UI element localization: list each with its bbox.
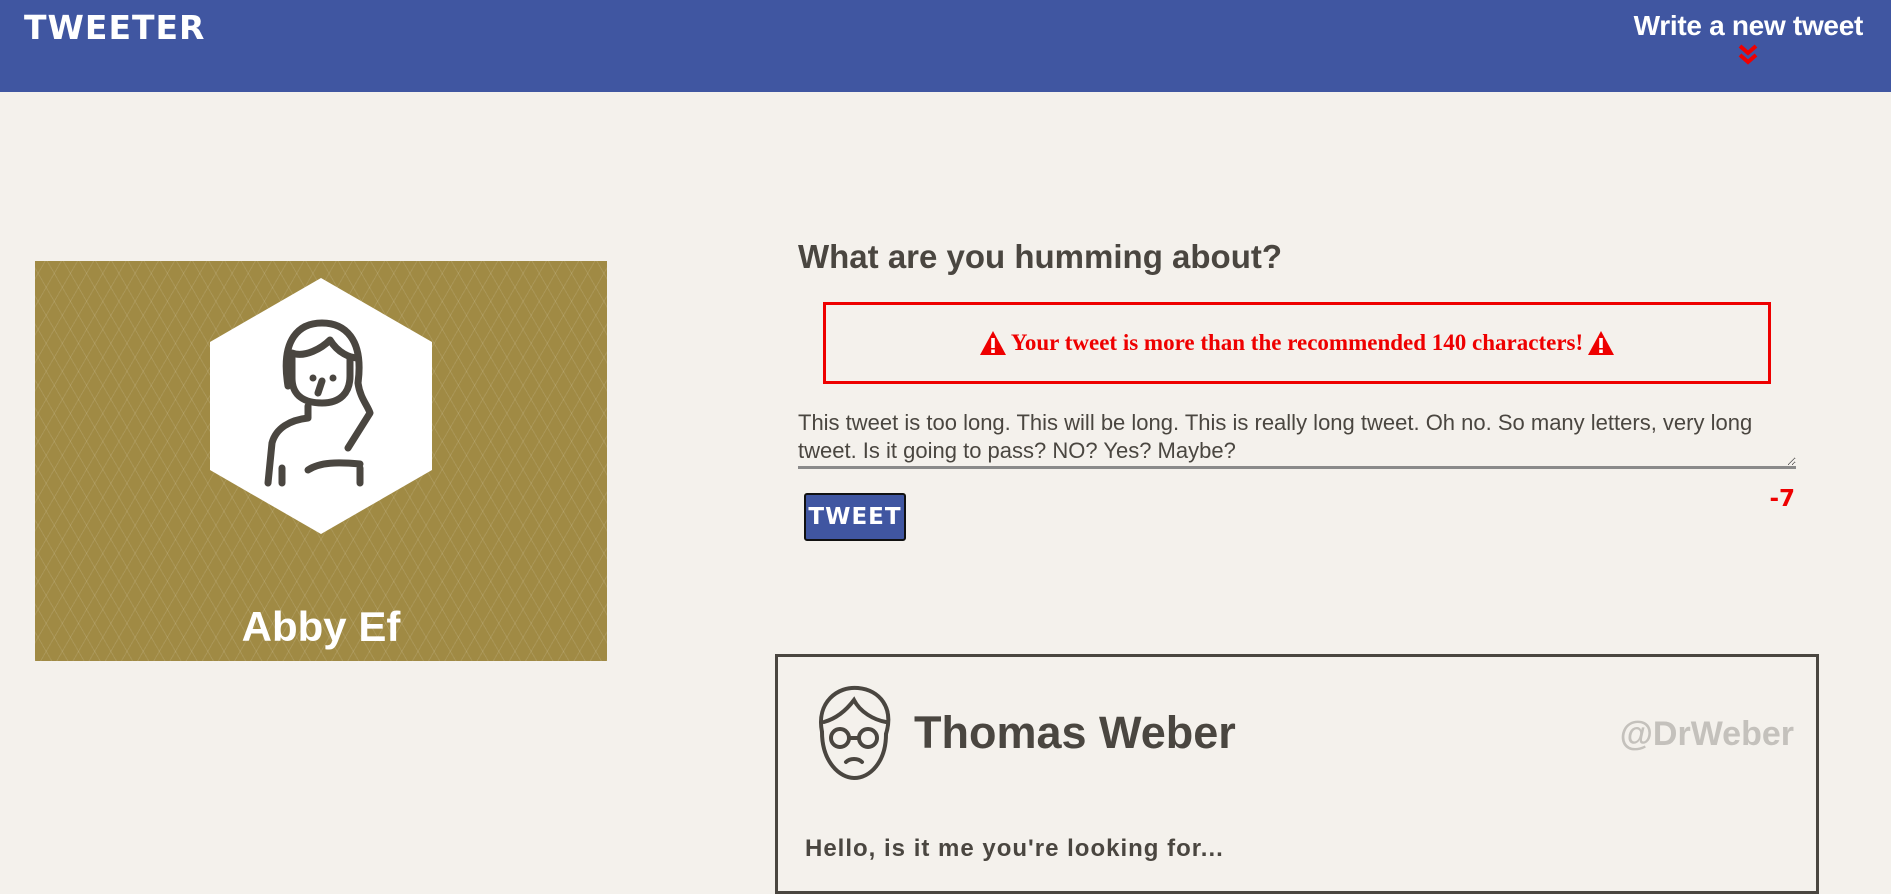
warning-icon <box>1588 331 1615 355</box>
profile-card: Abby Ef <box>35 261 607 661</box>
profile-avatar <box>210 278 432 534</box>
tweet-avatar <box>819 685 891 781</box>
tweet-card: Thomas Weber @DrWeber Hello, is it me yo… <box>775 654 1819 894</box>
character-counter: -7 <box>1769 486 1795 512</box>
write-new-tweet-label: Write a new tweet <box>1633 10 1864 41</box>
tweet-author-name: Thomas Weber <box>914 707 1236 758</box>
tweet-button[interactable]: TWEET <box>804 493 906 541</box>
tweet-author-handle: @DrWeber <box>1619 715 1794 753</box>
man-with-glasses-avatar-icon <box>819 685 891 781</box>
tweet-textarea[interactable]: This tweet is too long. This will be lon… <box>798 409 1796 469</box>
double-chevron-down-icon[interactable] <box>1737 44 1759 66</box>
error-message-box: Your tweet is more than the recommended … <box>823 302 1771 384</box>
tweet-text: Hello, is it me you're looking for... <box>805 835 1224 862</box>
top-nav: TWEETER Write a new tweet <box>0 0 1891 92</box>
warning-icon <box>979 331 1006 355</box>
app-logo[interactable]: TWEETER <box>24 8 205 47</box>
profile-name: Abby Ef <box>241 603 401 650</box>
error-text: Your tweet is more than the recommended … <box>1010 330 1584 355</box>
error-message: Your tweet is more than the recommended … <box>979 330 1615 356</box>
compose-title: What are you humming about? <box>798 238 1282 275</box>
write-new-tweet-link[interactable]: Write a new tweet <box>1634 10 1863 66</box>
